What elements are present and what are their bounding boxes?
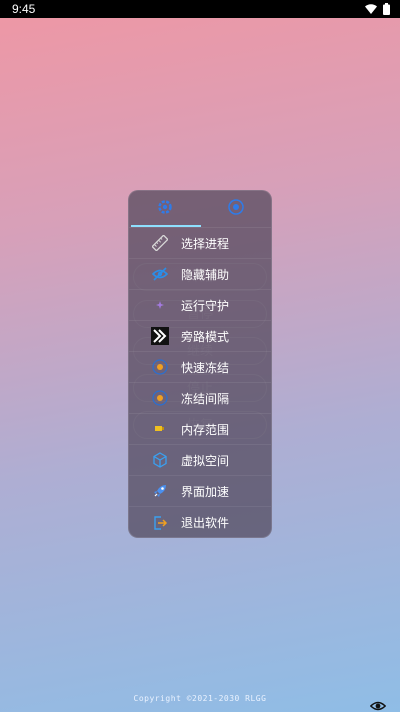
exit-icon xyxy=(151,514,169,532)
snowflake-fast-icon xyxy=(151,358,169,376)
menu-item-label: 快速冻结 xyxy=(181,360,230,375)
gear-icon xyxy=(156,198,174,220)
menu-item-label: 旁路模式 xyxy=(181,329,230,344)
menu-item-label: 退出软件 xyxy=(181,516,230,530)
menu-item-label: 隐藏辅助 xyxy=(181,267,230,282)
menu-item-label: 冻结间隔 xyxy=(181,391,230,406)
tab-settings[interactable] xyxy=(129,191,200,227)
menu-item-quick-freeze[interactable]: 快速冻结 xyxy=(129,352,271,383)
menu-item-exit[interactable]: 退出软件 xyxy=(129,507,271,537)
ruler-icon xyxy=(151,234,169,252)
menu-item-label: 选择进程 xyxy=(181,236,230,251)
menu-item-memory-range[interactable]: 内存范围 xyxy=(129,414,271,445)
sparkle-icon xyxy=(151,296,169,314)
menu-item-bypass-mode[interactable]: 旁路模式 xyxy=(129,321,271,352)
eye-icon[interactable] xyxy=(369,697,387,712)
menu-tabs xyxy=(129,191,271,227)
tab-indicator xyxy=(131,225,201,227)
status-bar: 9:45 xyxy=(0,0,400,18)
menu-item-label: 内存范围 xyxy=(181,422,230,437)
menu-item-select-process[interactable]: 选择进程 xyxy=(129,228,271,259)
memory-chip-icon xyxy=(151,420,169,438)
status-time: 9:45 xyxy=(12,2,36,16)
menu-item-label: 虚拟空间 xyxy=(181,453,230,468)
snowflake-timer-icon xyxy=(151,389,169,407)
menu-item-ui-boost[interactable]: 界面加速 xyxy=(129,476,271,507)
wifi-icon xyxy=(365,4,377,14)
rocket-icon xyxy=(151,482,169,500)
menu-item-freeze-interval[interactable]: 冻结间隔 xyxy=(129,383,271,414)
skip-forward-icon xyxy=(151,327,169,345)
menu-item-run-guard[interactable]: 运行守护 xyxy=(129,290,271,321)
menu-item-virtual-space[interactable]: 虚拟空间 xyxy=(129,445,271,476)
battery-icon xyxy=(383,3,390,15)
menu-item-hide-assist[interactable]: 隐藏辅助 xyxy=(129,259,271,290)
cube-icon xyxy=(151,451,169,469)
menu-item-label: 界面加速 xyxy=(181,484,230,499)
eye-off-icon xyxy=(151,265,169,283)
tab-target[interactable] xyxy=(200,191,271,227)
copyright-text: Copyright ©2021-2030 RLGG xyxy=(133,694,267,703)
menu-list: 选择进程 隐藏辅助 运行守护 旁路模式 快速冻结 冻结间隔 内存范围 虚拟空间 … xyxy=(129,227,271,537)
radio-target-icon xyxy=(227,198,245,220)
menu-item-label: 运行守护 xyxy=(181,298,230,313)
floating-menu: 选择进程 隐藏辅助 运行守护 旁路模式 快速冻结 冻结间隔 内存范围 虚拟空间 … xyxy=(128,190,272,538)
